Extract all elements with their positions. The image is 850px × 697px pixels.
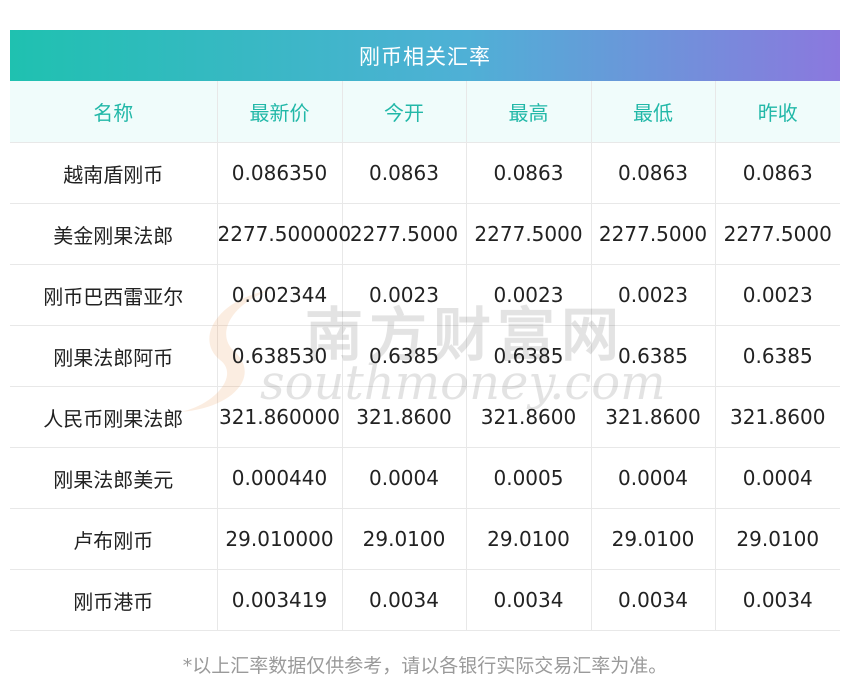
cell-open: 2277.5000 — [341, 203, 466, 265]
column-header-name: 名称 — [10, 81, 218, 143]
table-row: 越南盾刚币 0.086350 0.0863 0.0863 0.0863 0.0863 — [10, 142, 840, 204]
cell-high: 0.6385 — [465, 325, 591, 387]
cell-latest: 0.638530 — [216, 325, 342, 387]
cell-low: 0.0023 — [590, 264, 715, 326]
cell-prev-close: 0.0863 — [714, 142, 840, 204]
cell-prev-close: 0.0023 — [714, 264, 840, 326]
cell-latest: 0.000440 — [216, 447, 342, 509]
column-header-low: 最低 — [590, 81, 715, 143]
cell-high: 0.0023 — [465, 264, 591, 326]
cell-open: 0.0034 — [341, 569, 466, 631]
cell-prev-close: 29.0100 — [714, 508, 840, 570]
cell-high: 0.0005 — [465, 447, 591, 509]
cell-high: 0.0034 — [465, 569, 591, 631]
cell-name: 卢布刚币 — [10, 508, 218, 570]
column-header-latest: 最新价 — [216, 81, 342, 143]
cell-latest: 29.010000 — [216, 508, 342, 570]
cell-prev-close: 321.8600 — [714, 386, 840, 448]
cell-open: 0.0023 — [341, 264, 466, 326]
table-row: 刚果法郎阿币 0.638530 0.6385 0.6385 0.6385 0.6385 — [10, 325, 840, 387]
column-header-prev-close: 昨收 — [714, 81, 840, 143]
cell-low: 0.0004 — [590, 447, 715, 509]
table-row: 刚币巴西雷亚尔 0.002344 0.0023 0.0023 0.0023 0.0023 — [10, 264, 840, 326]
table-row: 人民币刚果法郎 321.860000 321.8600 321.8600 321.860… — [10, 386, 840, 448]
cell-low: 0.6385 — [590, 325, 715, 387]
cell-name: 刚果法郎美元 — [10, 447, 218, 509]
cell-latest: 2277.500000 — [216, 203, 351, 265]
cell-name: 越南盾刚币 — [10, 142, 218, 204]
rates-table: 名称 最新价 今开 最高 最低 昨收 越南盾刚币 0.086350 0.0863 0.… — [10, 81, 840, 631]
cell-open: 0.0863 — [341, 142, 466, 204]
table-title: 刚币相关汇率 — [10, 30, 840, 81]
table-row: 刚币港币 0.003419 0.0034 0.0034 0.0034 0.0034 — [10, 569, 840, 631]
footnote: *以上汇率数据仅供参考，请以各银行实际交易汇率为准。 — [182, 655, 668, 677]
table-row: 卢布刚币 29.010000 29.0100 29.0100 29.0100 29.010… — [10, 508, 840, 570]
cell-low: 29.0100 — [590, 508, 715, 570]
cell-high: 29.0100 — [465, 508, 591, 570]
cell-latest: 0.003419 — [216, 569, 342, 631]
rates-card: 刚币相关汇率 名称 最新价 今开 最高 最低 昨收 越南盾刚币 0.086350 0… — [10, 30, 840, 631]
table-header-row: 名称 最新价 今开 最高 最低 昨收 — [10, 81, 840, 143]
table-row: 刚果法郎美元 0.000440 0.0004 0.0005 0.0004 0.0004 — [10, 447, 840, 509]
cell-open: 0.0004 — [341, 447, 466, 509]
cell-low: 321.8600 — [590, 386, 715, 448]
cell-name: 刚币港币 — [10, 569, 218, 631]
cell-high: 321.8600 — [465, 386, 591, 448]
cell-high: 2277.5000 — [465, 203, 591, 265]
cell-prev-close: 0.6385 — [714, 325, 840, 387]
cell-prev-close: 0.0004 — [714, 447, 840, 509]
cell-name: 人民币刚果法郎 — [10, 386, 218, 448]
cell-low: 0.0863 — [590, 142, 715, 204]
table-row: 美金刚果法郎 2277.500000 2277.5000 2277.5000 2277.… — [10, 203, 840, 265]
cell-prev-close: 2277.5000 — [714, 203, 840, 265]
cell-name: 美金刚果法郎 — [10, 203, 218, 265]
cell-prev-close: 0.0034 — [714, 569, 840, 631]
cell-high: 0.0863 — [465, 142, 591, 204]
cell-name: 刚果法郎阿币 — [10, 325, 218, 387]
cell-name: 刚币巴西雷亚尔 — [10, 264, 218, 326]
cell-open: 29.0100 — [341, 508, 466, 570]
cell-open: 0.6385 — [341, 325, 466, 387]
cell-latest: 0.002344 — [216, 264, 342, 326]
cell-low: 0.0034 — [590, 569, 715, 631]
cell-latest: 321.860000 — [216, 386, 342, 448]
column-header-open: 今开 — [341, 81, 466, 143]
cell-open: 321.8600 — [341, 386, 466, 448]
cell-latest: 0.086350 — [216, 142, 342, 204]
column-header-high: 最高 — [465, 81, 591, 143]
cell-low: 2277.5000 — [590, 203, 715, 265]
